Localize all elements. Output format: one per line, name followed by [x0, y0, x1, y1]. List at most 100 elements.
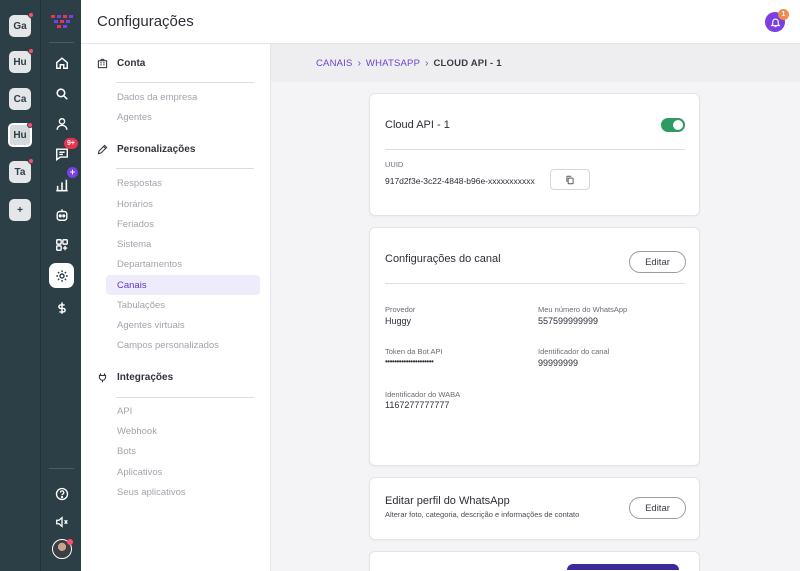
settings-icon[interactable] — [49, 263, 74, 288]
menu-item-hours[interactable]: Horários — [106, 194, 260, 214]
waba-id-value: 1167277777777 — [385, 400, 450, 410]
breadcrumb-channels[interactable]: CANAIS — [316, 58, 353, 69]
edit-config-button[interactable]: Editar — [629, 251, 686, 273]
chat-icon[interactable]: 9+ — [49, 138, 78, 166]
channel-id-label: Identificador do canal — [538, 347, 610, 356]
workspace-label: Ta — [14, 166, 26, 178]
channel-card: Cloud API - 1 UUID 917d2f3e-3c22-4848-b9… — [369, 93, 700, 216]
notification-dot — [27, 122, 33, 128]
waba-id-label: Identificador do WABA — [385, 390, 461, 399]
bot-token-label: Token da Bot API — [385, 347, 443, 356]
channel-title: Cloud API - 1 — [385, 119, 450, 131]
menu-divider — [116, 82, 254, 83]
menu-item-api[interactable]: API — [106, 401, 260, 421]
add-workspace-button[interactable]: + — [9, 199, 31, 221]
menu-item-your-apps[interactable]: Seus aplicativos — [106, 482, 260, 502]
menu-section-title: Personalizações — [117, 144, 196, 155]
uuid-label: UUID — [385, 160, 404, 169]
help-icon[interactable] — [49, 481, 74, 506]
next-card — [369, 551, 700, 571]
whatsapp-number-value: 557599999999 — [538, 316, 599, 326]
breadcrumb-whatsapp[interactable]: WHATSAPP — [366, 58, 420, 69]
contact-icon[interactable] — [49, 111, 74, 136]
menu-item-holidays[interactable]: Feriados — [106, 214, 260, 234]
menu-divider — [116, 397, 254, 398]
menu-item-departments[interactable]: Departamentos — [106, 254, 260, 274]
whatsapp-number-label: Meu número do WhatsApp — [538, 305, 628, 314]
workspace-ga[interactable]: Ga — [9, 12, 34, 37]
menu-section-account: Conta — [97, 58, 145, 69]
menu-item-company-data[interactable]: Dados da empresa — [106, 87, 260, 107]
channel-id-value: 99999999 — [538, 358, 579, 368]
menu-item-webhook[interactable]: Webhook — [106, 421, 260, 441]
nav-divider — [49, 468, 74, 469]
page-header: Configurações 1 — [81, 0, 800, 44]
bot-icon[interactable] — [49, 202, 74, 227]
config-title: Configurações do canal — [385, 253, 501, 265]
chevron-right-icon: › — [425, 57, 429, 69]
workspace-ta[interactable]: Ta — [9, 158, 34, 183]
menu-item-system[interactable]: Sistema — [106, 234, 260, 254]
menu-item-channels[interactable]: Canais — [106, 275, 260, 295]
nav-divider — [49, 42, 74, 43]
menu-item-apps[interactable]: Aplicativos — [106, 462, 260, 482]
menu-section-title: Conta — [117, 58, 146, 69]
notification-count-badge: 1 — [778, 9, 789, 20]
menu-item-virtual-agents[interactable]: Agentes virtuais — [106, 315, 260, 335]
settings-menu: Conta Dados da empresa Agentes Personali… — [81, 44, 271, 571]
menu-divider — [116, 168, 254, 169]
notifications-button[interactable]: 1 — [765, 9, 789, 32]
reports-icon[interactable]: + — [49, 167, 78, 197]
workspace-ca[interactable]: Ca — [9, 88, 31, 110]
profile-title: Editar perfil do WhatsApp — [385, 495, 510, 507]
workspace-rail: Ga Hu Ca Hu Ta + — [0, 0, 40, 571]
add-workspace-label: + — [17, 204, 23, 216]
provider-label: Provedor — [385, 305, 416, 314]
profile-subtitle: Alterar foto, categoria, descrição e inf… — [385, 510, 580, 519]
menu-item-bots[interactable]: Bots — [106, 441, 260, 461]
notification-dot — [28, 48, 34, 54]
user-avatar[interactable] — [52, 539, 73, 559]
notification-dot — [28, 12, 34, 18]
menu-item-tabulations[interactable]: Tabulações — [106, 295, 260, 315]
workspace-label: Hu — [13, 56, 27, 68]
workspace-label: Hu — [13, 129, 27, 141]
copy-icon — [566, 175, 574, 184]
channel-config-card: Configurações do canal Editar Provedor H… — [369, 227, 700, 466]
home-icon[interactable] — [49, 50, 74, 75]
notification-dot — [28, 158, 34, 164]
brand-logo-icon — [51, 15, 73, 28]
status-dot — [67, 539, 73, 545]
breadcrumb: CANAIS › WHATSAPP › CLOUD API - 1 — [271, 44, 800, 82]
menu-section-integrations: Integrações — [97, 372, 173, 383]
apps-icon[interactable] — [49, 232, 74, 257]
mute-icon[interactable] — [49, 509, 74, 534]
billing-icon[interactable] — [49, 295, 74, 320]
workspace-hu-active[interactable]: Hu — [8, 122, 33, 147]
provider-value: Huggy — [385, 316, 412, 326]
breadcrumb-current: CLOUD API - 1 — [433, 57, 502, 69]
channel-enabled-toggle[interactable] — [661, 118, 685, 132]
pencil-icon — [97, 144, 108, 155]
workspace-label: Ca — [13, 93, 27, 105]
whatsapp-profile-card: Editar perfil do WhatsApp Alterar foto, … — [369, 477, 700, 540]
workspace-label: Ga — [13, 20, 27, 32]
nav-rail: 9+ + — [40, 0, 81, 571]
workspace-hu[interactable]: Hu — [9, 48, 34, 73]
copy-uuid-button[interactable] — [550, 169, 590, 190]
edit-profile-button[interactable]: Editar — [629, 497, 686, 519]
chat-count-badge: 9+ — [64, 138, 78, 149]
menu-section-title: Integrações — [117, 372, 174, 383]
search-icon[interactable] — [49, 81, 74, 106]
menu-item-custom-fields[interactable]: Campos personalizados — [106, 335, 260, 355]
page-title: Configurações — [97, 13, 194, 30]
menu-section-customizations: Personalizações — [97, 144, 195, 155]
building-icon — [97, 58, 108, 69]
menu-item-responses[interactable]: Respostas — [106, 173, 260, 193]
menu-item-agents[interactable]: Agentes — [106, 107, 260, 127]
primary-button-edge[interactable] — [567, 564, 679, 570]
card-divider — [385, 283, 685, 284]
reports-new-badge: + — [67, 167, 78, 178]
plug-icon — [98, 373, 107, 383]
chevron-right-icon: › — [357, 57, 361, 69]
